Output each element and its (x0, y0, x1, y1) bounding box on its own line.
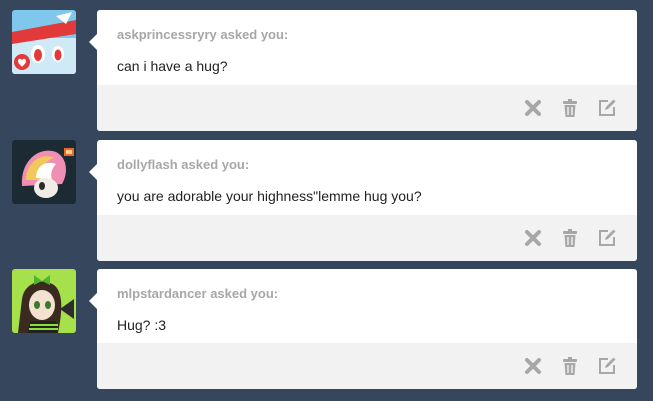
trash-button[interactable] (560, 228, 580, 248)
edit-icon (599, 357, 616, 374)
asker-name[interactable]: askprincessryry asked you: (117, 27, 288, 42)
question-text: can i have a hug? (117, 58, 228, 74)
ask-inbox-feed: askprincessryry asked you: can i have a … (0, 0, 653, 401)
edit-button[interactable] (597, 98, 617, 118)
ask-card: askprincessryry asked you: can i have a … (89, 10, 637, 131)
close-icon (525, 358, 541, 374)
asker-name[interactable]: mlpstardancer asked you: (117, 286, 278, 301)
delete-button[interactable] (523, 228, 543, 248)
edit-icon (599, 229, 616, 246)
trash-icon (563, 357, 577, 375)
post-actions (97, 215, 637, 261)
trash-icon (563, 229, 577, 247)
edit-icon (599, 99, 616, 116)
asker-name[interactable]: dollyflash asked you: (117, 157, 249, 172)
edit-button[interactable] (597, 356, 617, 376)
post-actions (97, 85, 637, 131)
delete-button[interactable] (523, 356, 543, 376)
ask-card: mlpstardancer asked you: Hug? :3 (89, 269, 637, 389)
avatar[interactable] (12, 10, 76, 74)
close-icon (525, 230, 541, 246)
trash-button[interactable] (560, 356, 580, 376)
delete-button[interactable] (523, 98, 543, 118)
trash-icon (563, 99, 577, 117)
avatar[interactable] (12, 269, 76, 333)
ask-card: dollyflash asked you: you are adorable y… (89, 140, 637, 261)
avatar[interactable] (12, 140, 76, 204)
close-icon (525, 100, 541, 116)
question-text: Hug? :3 (117, 317, 167, 333)
trash-button[interactable] (560, 98, 580, 118)
edit-button[interactable] (597, 228, 617, 248)
post-actions (97, 343, 637, 389)
question-text: you are adorable your highness"lemme hug… (117, 188, 422, 204)
